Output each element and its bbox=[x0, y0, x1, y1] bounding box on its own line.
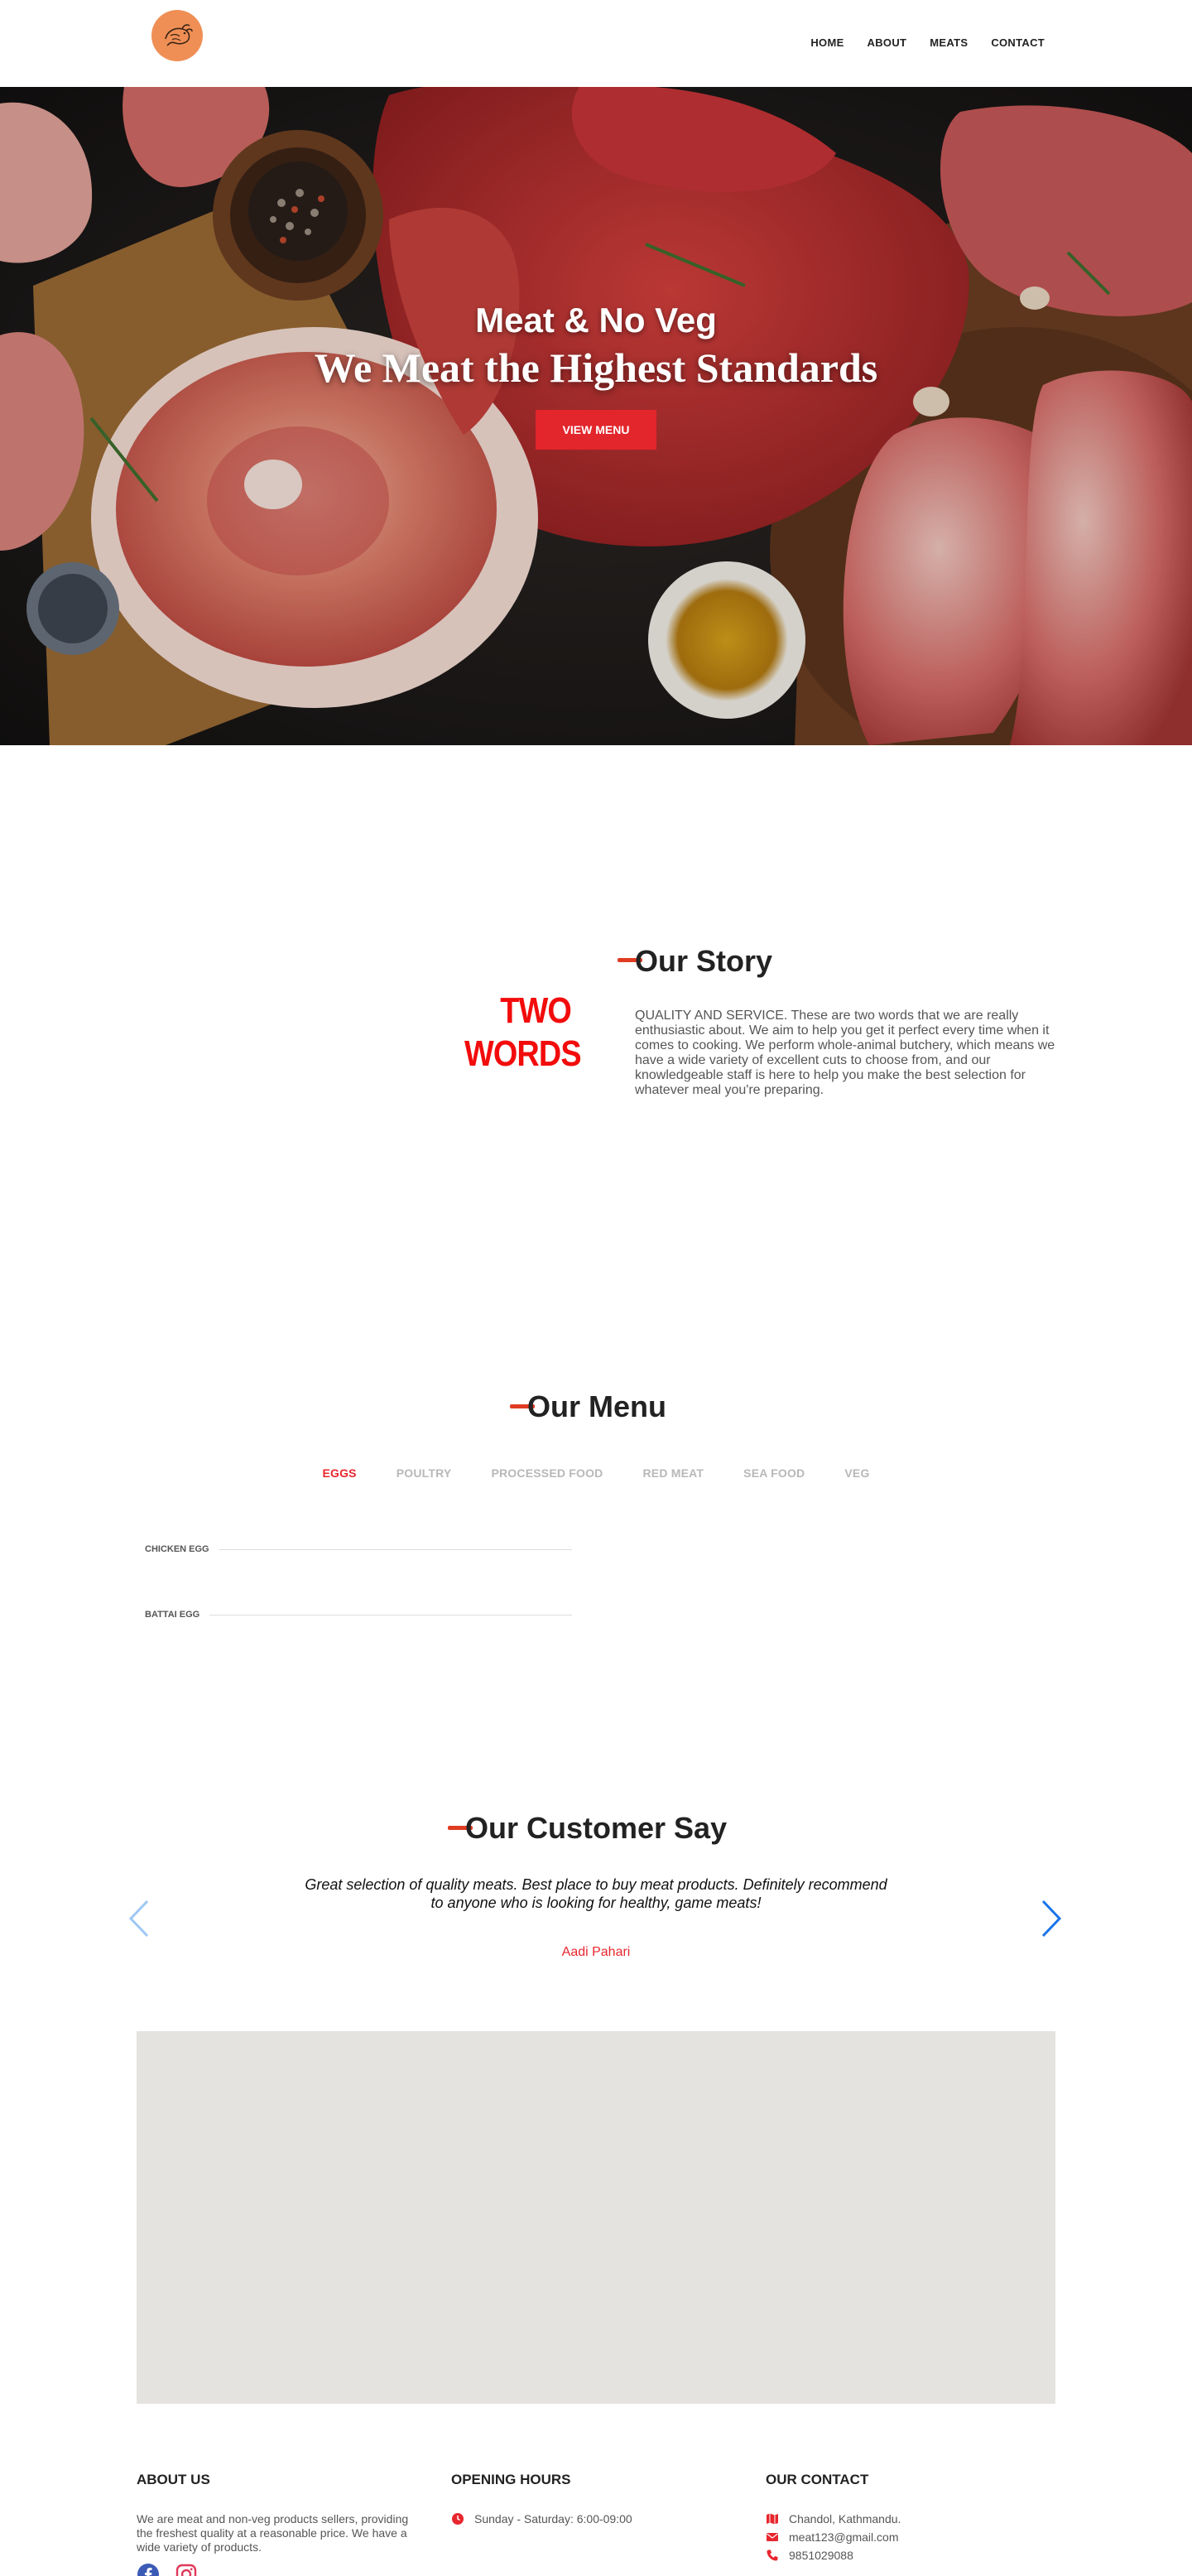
testimonial-author: Aadi Pahari bbox=[561, 1945, 631, 1959]
nav-contact-link[interactable]: CONTACT bbox=[991, 36, 1045, 49]
story-text: QUALITY AND SERVICE. These are two words… bbox=[635, 1009, 1055, 1097]
envelope-icon bbox=[767, 2533, 778, 2541]
nav-about-link[interactable]: ABOUT bbox=[868, 36, 907, 49]
menu-tabs: EGGS POULTRY PROCESSED FOOD RED MEAT SEA… bbox=[0, 1466, 1192, 1480]
hero-banner: Meat & No Veg We Meat the Highest Standa… bbox=[0, 87, 1192, 745]
tab-processed-food[interactable]: PROCESSED FOOD bbox=[471, 1466, 622, 1480]
hero-subtitle: Meat & No Veg bbox=[475, 301, 717, 339]
testimonial-quote: Great selection of quality meats. Best p… bbox=[305, 1876, 887, 1911]
map-embed[interactable] bbox=[137, 2031, 1055, 2404]
footer-contact-heading: OUR CONTACT bbox=[766, 2472, 869, 2487]
tab-poultry[interactable]: POULTRY bbox=[377, 1466, 472, 1480]
tab-veg[interactable]: VEG bbox=[824, 1466, 889, 1480]
bull-logo-icon bbox=[165, 24, 193, 46]
nav-meats-link[interactable]: MEATS bbox=[930, 36, 968, 49]
menu-item-name: BATTAI EGG bbox=[145, 1610, 200, 1620]
story-title: Our Story bbox=[635, 944, 773, 978]
hero-content: Meat & No Veg We Meat the Highest Standa… bbox=[0, 301, 1192, 450]
instagram-icon[interactable] bbox=[175, 2563, 198, 2576]
nav-home-link[interactable]: HOME bbox=[810, 36, 844, 49]
footer-about-text: We are meat and non-veg products sellers… bbox=[137, 2512, 409, 2554]
menu-item: CHICKEN EGG bbox=[145, 1544, 572, 1554]
main-nav: HOME ABOUT MEATS CONTACT bbox=[810, 36, 1045, 49]
contact-phone-text[interactable]: 9851029088 bbox=[789, 2549, 853, 2562]
facebook-icon[interactable] bbox=[137, 2563, 160, 2576]
view-menu-button[interactable]: VIEW MENU bbox=[536, 410, 656, 450]
phone-icon bbox=[767, 2550, 778, 2561]
two-words-highlight: TWO WORDS bbox=[464, 990, 582, 1074]
footer-about-heading: ABOUT US bbox=[137, 2472, 210, 2487]
menu-item-divider bbox=[219, 1548, 572, 1550]
tab-eggs[interactable]: EGGS bbox=[302, 1466, 376, 1480]
footer-about: ABOUT US We are meat and non-veg product… bbox=[137, 2472, 418, 2576]
contact-email[interactable]: meat123@gmail.com bbox=[766, 2530, 901, 2544]
social-links bbox=[137, 2563, 418, 2576]
chevron-right-icon[interactable] bbox=[1036, 1898, 1065, 1939]
map-icon bbox=[767, 2513, 778, 2525]
opening-hours-item: Sunday - Saturday: 6:00-09:00 bbox=[451, 2512, 632, 2525]
logo[interactable] bbox=[151, 10, 203, 61]
menu-item-name: CHICKEN EGG bbox=[145, 1544, 209, 1554]
clock-icon bbox=[452, 2513, 464, 2525]
site-header: HOME ABOUT MEATS CONTACT bbox=[0, 0, 1192, 87]
contact-phone[interactable]: 9851029088 bbox=[766, 2549, 901, 2562]
footer-hours-heading: OPENING HOURS bbox=[451, 2472, 571, 2487]
testimonial-title: Our Customer Say bbox=[465, 1811, 728, 1845]
contact-email-text[interactable]: meat123@gmail.com bbox=[789, 2530, 899, 2544]
footer-hours: OPENING HOURS Sunday - Saturday: 6:00-09… bbox=[451, 2472, 632, 2530]
chevron-left-icon[interactable] bbox=[126, 1898, 154, 1939]
contact-address-text: Chandol, Kathmandu. bbox=[789, 2512, 901, 2525]
tab-red-meat[interactable]: RED MEAT bbox=[623, 1466, 724, 1480]
contact-address: Chandol, Kathmandu. bbox=[766, 2512, 901, 2525]
opening-hours-text: Sunday - Saturday: 6:00-09:00 bbox=[474, 2512, 632, 2525]
hero-title: We Meat the Highest Standards bbox=[314, 344, 878, 391]
footer-contact: OUR CONTACT Chandol, Kathmandu. meat123@… bbox=[766, 2472, 901, 2567]
menu-title: Our Menu bbox=[527, 1389, 666, 1423]
tab-sea-food[interactable]: SEA FOOD bbox=[723, 1466, 824, 1480]
menu-item: BATTAI EGG bbox=[145, 1610, 572, 1620]
